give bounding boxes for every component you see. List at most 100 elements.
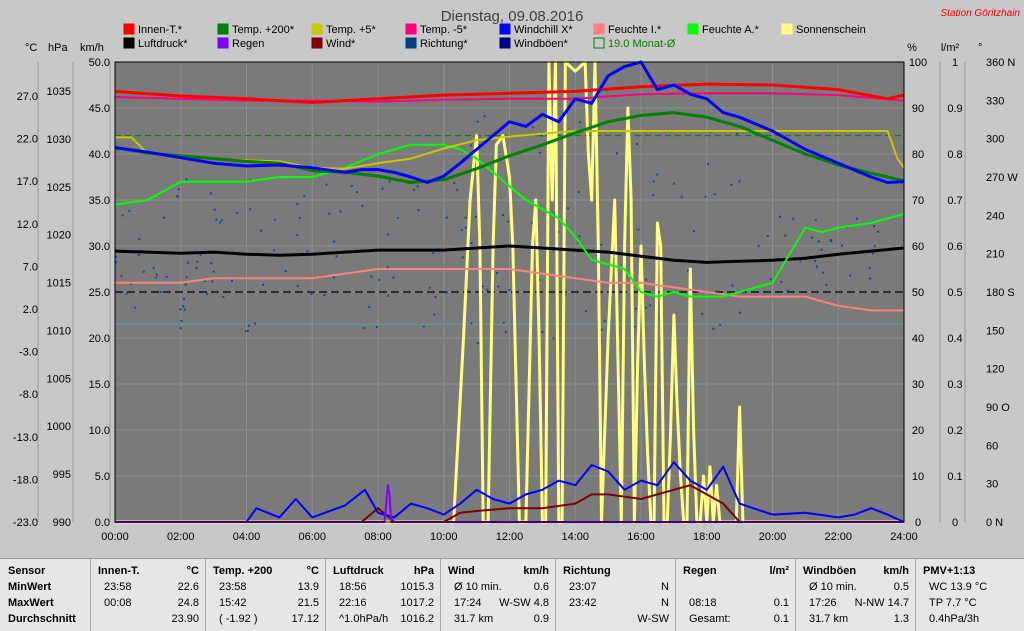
direction-point: [445, 216, 448, 219]
tick-label-kmh: 30.0: [89, 241, 110, 253]
direction-point: [350, 184, 353, 187]
stats-row: 18:56 1015.3: [325, 581, 440, 596]
stats-column: Windböen km/h Ø 10 min. 0.5 17:26 N-NW 14.7 31…: [795, 559, 916, 631]
direction-point: [155, 276, 158, 279]
direction-point: [428, 286, 431, 289]
stats-cell-left: 00:08: [104, 597, 132, 609]
tick-label-direction: 330: [986, 95, 1004, 107]
direction-point: [868, 267, 871, 270]
direction-point: [422, 325, 425, 328]
stats-column-unit: hPa: [413, 565, 434, 577]
stats-row: 08:18 0.1: [675, 597, 795, 612]
direction-point: [766, 235, 769, 238]
direction-point: [825, 283, 828, 286]
direction-point: [815, 265, 818, 268]
legend-swatch: [499, 23, 511, 35]
tick-label-rain: 0.1: [947, 471, 962, 483]
direction-point: [757, 244, 760, 247]
direction-point: [363, 327, 366, 330]
stats-cell-right: 1.3: [893, 613, 909, 625]
legend-swatch: [405, 37, 417, 49]
axis-unit-direction: °: [978, 42, 982, 54]
tick-label-rain: 0.8: [947, 149, 962, 161]
direction-point: [325, 183, 328, 186]
direction-point: [577, 191, 580, 194]
direction-point: [855, 217, 858, 220]
stats-column: Regen l/m² 08:18 0.1 Gesamt: 0.1: [675, 559, 796, 631]
direction-point: [183, 308, 186, 311]
tick-label-direction: 300: [986, 134, 1004, 146]
tick-label-celsius: -8.0: [19, 389, 38, 401]
stats-cell-right: W-SW: [637, 613, 669, 625]
legend-swatch: [217, 37, 229, 49]
stats-cell-left: MinWert: [8, 581, 52, 593]
legend-swatch: [123, 23, 135, 35]
tick-label-hpa: 1000: [47, 421, 71, 433]
axis-unit-kmh: km/h: [80, 42, 104, 54]
direction-point: [672, 182, 675, 185]
tick-label-percent: 30: [912, 379, 924, 391]
direction-point: [738, 180, 741, 183]
stats-cell-left: 17:26: [809, 597, 837, 609]
direction-point: [433, 313, 436, 316]
tick-label-kmh: 35.0: [89, 195, 110, 207]
stats-row: 23.90: [90, 613, 205, 628]
tick-label-rain: 0.4: [947, 333, 962, 345]
direction-point: [199, 254, 202, 257]
stats-cell-left: MaxWert: [8, 597, 54, 609]
direction-point: [387, 233, 390, 236]
stats-row: MaxWert: [0, 597, 90, 612]
tick-label-direction: 150: [986, 325, 1004, 337]
stats-row: 23:07 N: [555, 581, 675, 596]
direction-point: [213, 208, 216, 211]
stats-column-unit: °C: [306, 565, 319, 577]
direction-point: [600, 328, 603, 331]
direction-point: [541, 331, 544, 334]
direction-point: [248, 324, 251, 327]
tick-label-percent: 90: [912, 103, 924, 115]
direction-point: [814, 260, 817, 263]
direction-point: [262, 283, 265, 286]
tick-label-rain: 0.7: [947, 195, 962, 207]
direction-point: [182, 305, 185, 308]
tick-label-rain: 1: [952, 57, 958, 69]
stats-cell-left: ^1.0hPa/h: [339, 613, 389, 625]
stats-row: 17:24 W-SW 4.8: [440, 597, 555, 612]
stats-cell-left: 23:07: [569, 581, 597, 593]
direction-point: [504, 331, 507, 334]
tick-label-direction: 30: [986, 479, 998, 491]
direction-point: [155, 273, 158, 276]
direction-point: [877, 230, 880, 233]
direction-point: [244, 330, 247, 333]
direction-point: [713, 192, 716, 195]
direction-point: [209, 192, 212, 195]
x-tick-label: 06:00: [298, 531, 326, 543]
x-tick-label: 16:00: [627, 531, 655, 543]
direction-point: [779, 215, 782, 218]
direction-point: [125, 292, 128, 295]
tick-label-direction: 360 N: [986, 57, 1015, 69]
stats-cell-left: Gesamt:: [689, 613, 731, 625]
direction-point: [328, 212, 331, 215]
direction-point: [464, 216, 467, 219]
legend-label: Sonnenschein: [796, 24, 866, 36]
stats-column: Temp. +200 °C 23:58 13.9 15:42 21.5( -1.92 ) 1…: [205, 559, 326, 631]
stats-cell-right: 1016.2: [400, 613, 434, 625]
direction-point: [212, 270, 215, 273]
direction-point: [820, 248, 823, 251]
stats-column-unit: km/h: [883, 565, 909, 577]
stats-cell-right: 0.1: [773, 613, 789, 625]
stats-column: Luftdruck hPa 18:56 1015.3 22:16 1017.2 ^1.0hP…: [325, 559, 441, 631]
stats-row: Gesamt: 0.1: [675, 613, 795, 628]
direction-point: [584, 310, 587, 313]
legend-swatch: [311, 37, 323, 49]
direction-point: [701, 312, 704, 315]
direction-point: [712, 327, 715, 330]
legend-swatch: [687, 23, 699, 35]
direction-point: [137, 254, 140, 257]
direction-point: [179, 327, 182, 330]
direction-point: [272, 249, 275, 252]
stats-row: 31.7 km 1.3: [795, 613, 915, 628]
direction-point: [770, 278, 773, 281]
direction-point: [481, 285, 484, 288]
